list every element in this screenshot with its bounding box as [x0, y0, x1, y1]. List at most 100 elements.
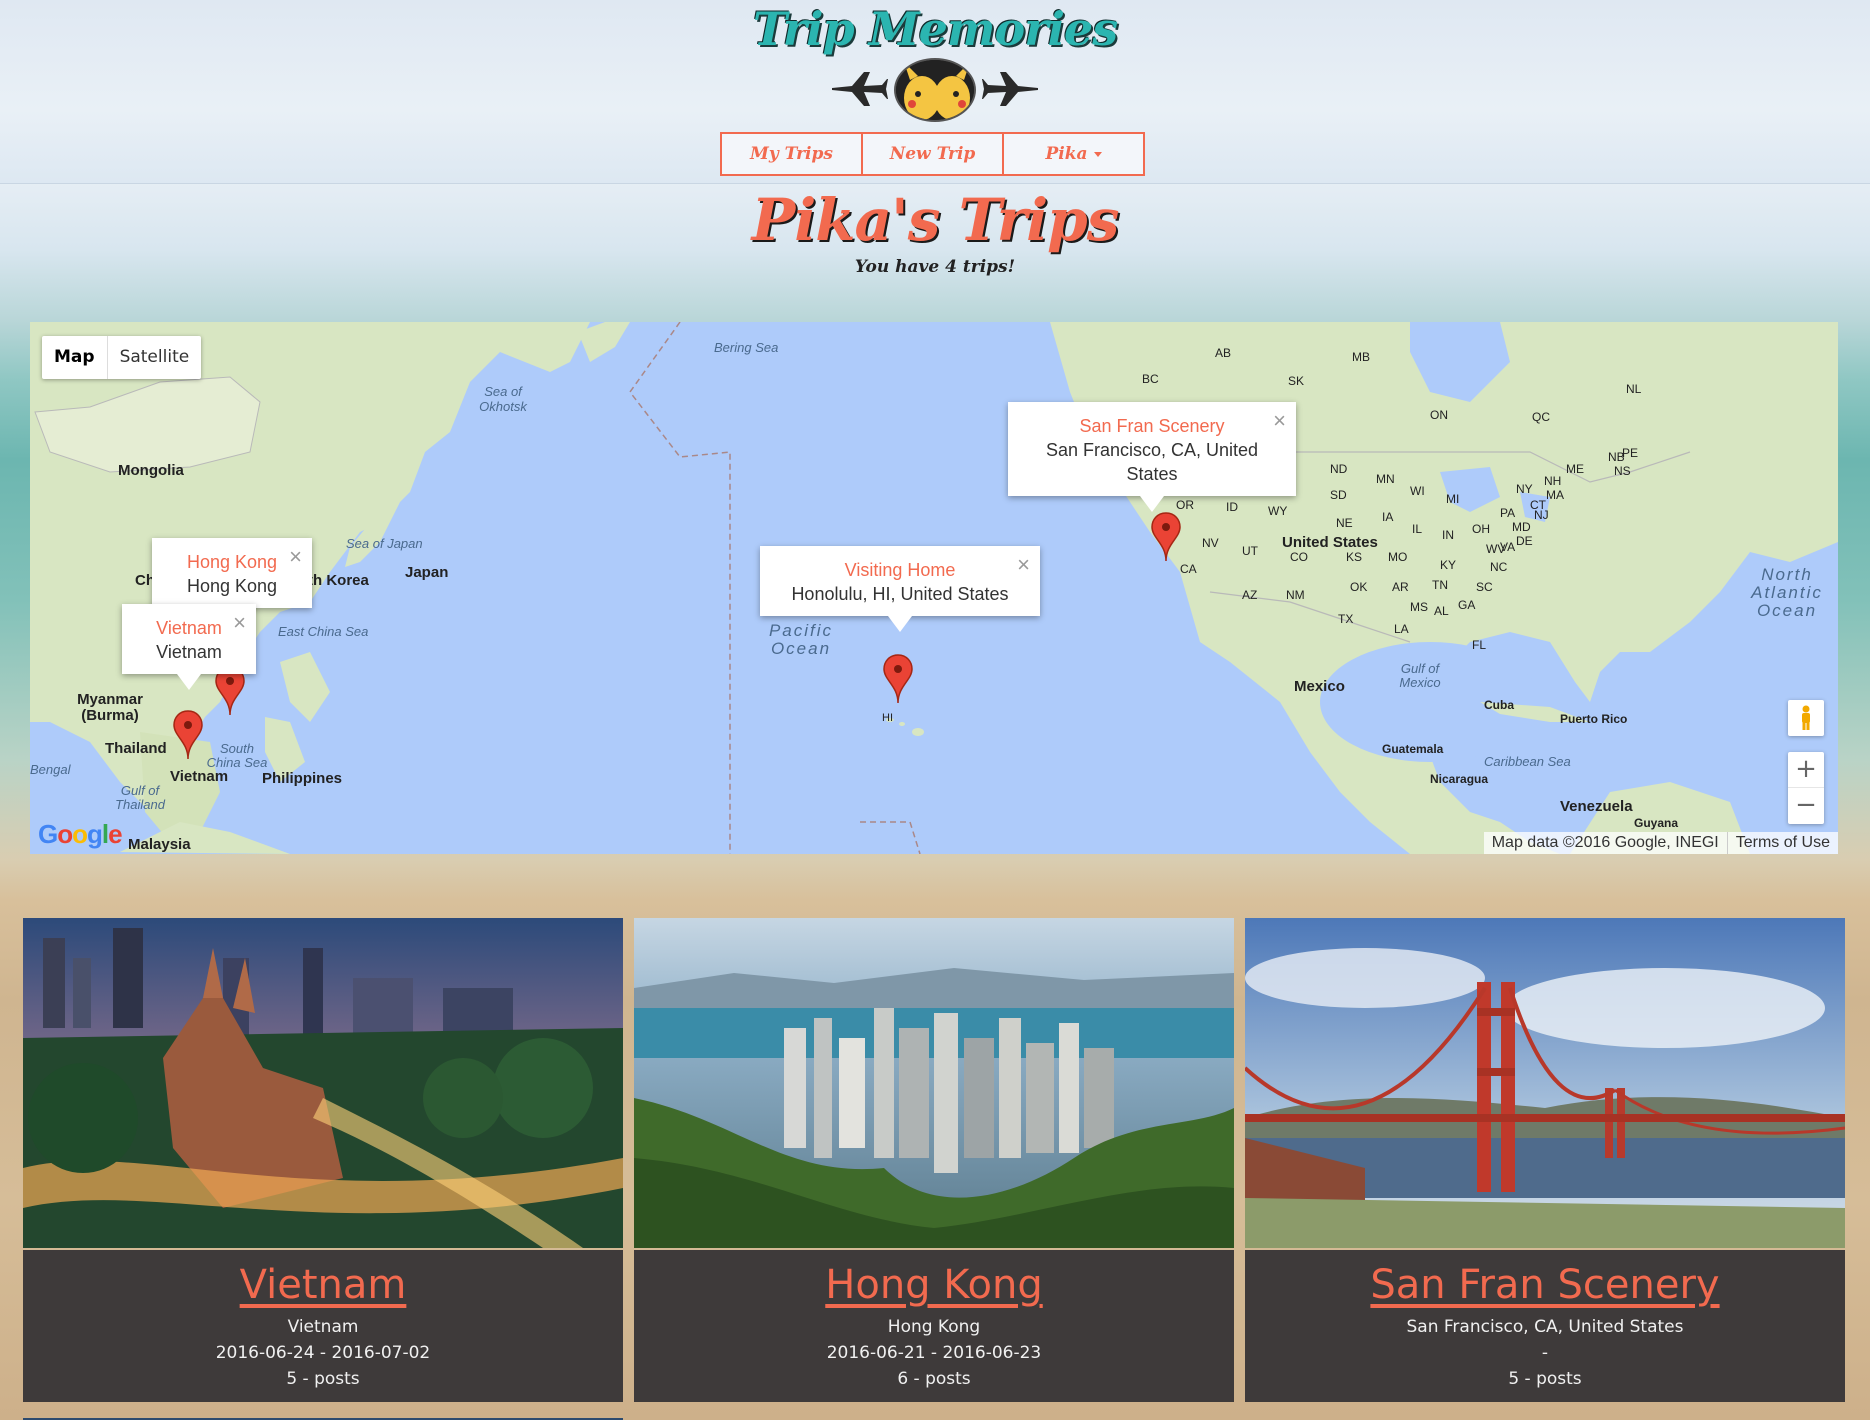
- trip-card[interactable]: Hong Kong Hong Kong 2016-06-21 - 2016-06…: [634, 918, 1234, 1402]
- trip-post-count: 5 - posts: [1508, 1369, 1582, 1389]
- map-label: NC: [1490, 560, 1508, 574]
- map-infowindow[interactable]: San Fran Scenery San Francisco, CA, Unit…: [1008, 402, 1296, 512]
- map-label: SD: [1330, 488, 1347, 502]
- map-label: ID: [1226, 500, 1238, 514]
- map-label: United States: [1282, 534, 1378, 551]
- pegman-icon[interactable]: [1788, 700, 1824, 736]
- map-marker-icon[interactable]: [1150, 512, 1182, 562]
- airplane-icon: [832, 72, 888, 106]
- infowindow-title[interactable]: Vietnam: [152, 616, 226, 640]
- map-label: CO: [1290, 550, 1308, 564]
- trip-card-body: Vietnam Vietnam 2016-06-24 - 2016-07-02 …: [23, 1250, 623, 1402]
- trip-dates: -: [1541, 1343, 1549, 1363]
- map-type-control: Map Satellite: [42, 336, 202, 379]
- infowindow-title[interactable]: Visiting Home: [790, 558, 1010, 582]
- trip-card[interactable]: Vietnam Vietnam 2016-06-24 - 2016-07-02 …: [23, 918, 623, 1402]
- map-label: BC: [1142, 372, 1159, 386]
- map-label: Guyana: [1634, 816, 1679, 830]
- map-label: AR: [1392, 580, 1409, 594]
- map-label: Pacific Ocean: [768, 621, 834, 658]
- map-label: MO: [1388, 550, 1408, 564]
- trip-photo[interactable]: [1245, 918, 1845, 1248]
- brand-title[interactable]: Trip Memories: [0, 2, 1870, 56]
- map-label: GA: [1458, 598, 1476, 612]
- map-label: WI: [1410, 484, 1425, 498]
- close-icon[interactable]: ×: [1017, 552, 1030, 578]
- map-label: Vietnam: [170, 768, 229, 785]
- trip-post-count: 5 - posts: [286, 1369, 360, 1389]
- zoom-control: + −: [1788, 752, 1824, 824]
- map-label: ND: [1330, 462, 1348, 476]
- map-label: CA: [1180, 562, 1197, 576]
- map-label: Nicaragua: [1430, 772, 1489, 786]
- map-label: Mexico: [1294, 678, 1345, 695]
- trip-card[interactable]: San Fran Scenery San Francisco, CA, Unit…: [1245, 918, 1845, 1402]
- nav-my-trips[interactable]: My Trips: [720, 132, 863, 176]
- map-infowindow[interactable]: Hong Kong Hong Kong ×: [152, 538, 312, 624]
- map-label: PA: [1500, 506, 1516, 520]
- map-type-satellite[interactable]: Satellite: [108, 336, 202, 379]
- map-label: Venezuela: [1560, 798, 1633, 815]
- infowindow-address: San Francisco, CA, United States: [1045, 440, 1259, 484]
- nav-new-trip[interactable]: New Trip: [861, 132, 1004, 176]
- infowindow-title[interactable]: Hong Kong: [182, 550, 282, 574]
- map-label: DE: [1516, 534, 1533, 548]
- trip-location: Hong Kong: [887, 1317, 981, 1337]
- infowindow-title[interactable]: San Fran Scenery: [1038, 414, 1266, 438]
- zoom-out-button[interactable]: −: [1788, 788, 1824, 824]
- trip-dates: 2016-06-21 - 2016-06-23: [826, 1343, 1042, 1363]
- close-icon[interactable]: ×: [1273, 408, 1286, 434]
- infowindow-address: Hong Kong: [186, 576, 278, 596]
- trip-location: San Francisco, CA, United States: [1406, 1317, 1684, 1337]
- caret-down-icon: [1093, 151, 1102, 157]
- trip-location: Vietnam: [287, 1317, 359, 1337]
- map-infowindow[interactable]: Visiting Home Honolulu, HI, United State…: [760, 546, 1040, 632]
- map-label: UT: [1242, 544, 1258, 558]
- map-label: MB: [1352, 350, 1370, 364]
- close-icon[interactable]: ×: [233, 610, 246, 636]
- zoom-in-button[interactable]: +: [1788, 752, 1824, 788]
- map-label: KY: [1440, 558, 1457, 572]
- brand-logo[interactable]: [830, 58, 1040, 122]
- map-data-credit: Map data ©2016 Google, INEGI: [1491, 834, 1719, 851]
- map-attribution: Map data ©2016 Google, INEGI Terms of Us…: [1483, 832, 1838, 854]
- map-label: OR: [1176, 498, 1194, 512]
- trip-dates: 2016-06-24 - 2016-07-02: [215, 1343, 431, 1363]
- map-label: Sea of Okhotsk: [479, 384, 527, 414]
- map-label: Bering Sea: [714, 340, 779, 355]
- map-label: IN: [1442, 528, 1454, 542]
- trip-title-link[interactable]: Vietnam: [23, 1262, 623, 1308]
- trip-photo[interactable]: [23, 918, 623, 1248]
- map-label: NL: [1626, 382, 1642, 396]
- map-type-map[interactable]: Map: [42, 336, 108, 379]
- map-label: Philippines: [262, 770, 343, 787]
- map-label: AZ: [1242, 588, 1258, 602]
- map-label: SK: [1288, 374, 1305, 388]
- nav-user-dropdown[interactable]: Pika: [1002, 132, 1145, 176]
- map-label: CT: [1530, 498, 1546, 512]
- trip-map[interactable]: Map Satellite Bering Sea Sea of Okhotsk …: [30, 322, 1838, 854]
- map-label: IL: [1412, 522, 1423, 536]
- trip-cards: Vietnam Vietnam 2016-06-24 - 2016-07-02 …: [23, 918, 1845, 1402]
- map-label: AB: [1215, 346, 1232, 360]
- map-label: Japan: [405, 564, 449, 581]
- close-icon[interactable]: ×: [289, 544, 302, 570]
- terms-of-use-link[interactable]: Terms of Use: [1726, 832, 1838, 854]
- map-label: Caribbean Sea: [1484, 754, 1571, 769]
- map-infowindow[interactable]: Vietnam Vietnam ×: [122, 604, 256, 690]
- google-logo[interactable]: Google: [38, 819, 123, 850]
- map-label: NV: [1202, 536, 1219, 550]
- map-label: VA: [1500, 540, 1516, 554]
- map-label: NM: [1286, 588, 1305, 602]
- trip-photo[interactable]: [634, 918, 1234, 1248]
- trip-title-link[interactable]: San Fran Scenery: [1245, 1262, 1845, 1308]
- pikachu-logo-icon: [894, 58, 976, 122]
- map-marker-icon[interactable]: [172, 710, 204, 760]
- map-label: Cuba: [1484, 698, 1514, 712]
- map-label: th Korea: [308, 572, 369, 589]
- map-marker-icon[interactable]: [882, 654, 914, 704]
- map-label: Myanmar (Burma): [77, 691, 143, 724]
- trip-title-link[interactable]: Hong Kong: [634, 1262, 1234, 1308]
- map-label: Thailand: [105, 740, 167, 757]
- map-label: KS: [1346, 550, 1363, 564]
